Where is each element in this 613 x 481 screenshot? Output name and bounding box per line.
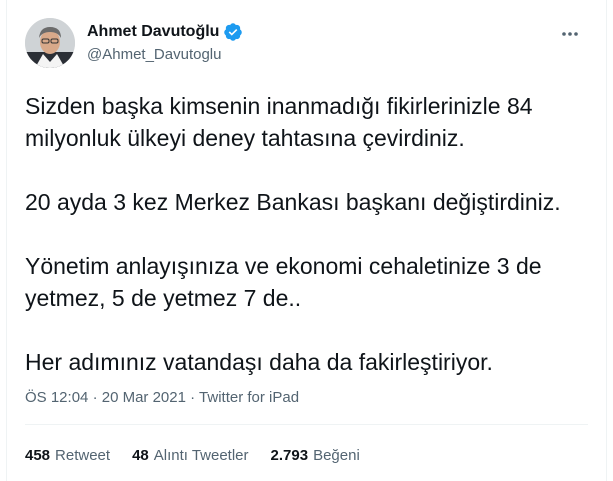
tweet-card: Ahmet Davutoğlu @Ahmet_Davutoglu Sizden … xyxy=(6,0,607,481)
tweet-paragraph: Yönetim anlayışınıza ve ekonomi cehaleti… xyxy=(25,253,542,311)
tweet-text: Sizden başka kimsenin inanmadığı fikirle… xyxy=(25,90,595,378)
quotes-stat[interactable]: 48 Alıntı Tweetler xyxy=(132,447,248,464)
likes-stat[interactable]: 2.793 Beğeni xyxy=(271,447,360,464)
divider xyxy=(25,424,588,425)
tweet-paragraph: Her adımınız vatandaşı daha da fakirleşt… xyxy=(25,349,493,375)
tweet-time[interactable]: ÖS 12:04 xyxy=(25,389,88,406)
tweet-source[interactable]: Twitter for iPad xyxy=(199,389,299,406)
author-names: Ahmet Davutoğlu @Ahmet_Davutoglu xyxy=(87,22,243,63)
verified-badge-icon xyxy=(224,23,243,41)
meta-separator: · xyxy=(92,389,98,406)
meta-separator: · xyxy=(190,389,196,406)
author-handle[interactable]: @Ahmet_Davutoglu xyxy=(87,46,243,63)
likes-label: Beğeni xyxy=(313,447,360,464)
tweet-header: Ahmet Davutoğlu @Ahmet_Davutoglu xyxy=(25,18,588,70)
avatar-image xyxy=(25,18,75,68)
tweet-date[interactable]: 20 Mar 2021 xyxy=(102,389,186,406)
more-options-button[interactable] xyxy=(558,22,582,46)
author-name[interactable]: Ahmet Davutoğlu xyxy=(87,23,219,41)
tweet-stats: 458 Retweet 48 Alıntı Tweetler 2.793 Beğ… xyxy=(25,447,360,464)
retweets-stat[interactable]: 458 Retweet xyxy=(25,447,110,464)
tweet-meta: ÖS 12:04 · 20 Mar 2021 · Twitter for iPa… xyxy=(25,389,299,406)
tweet-paragraph: Sizden başka kimsenin inanmadığı fikirle… xyxy=(25,93,533,151)
likes-count: 2.793 xyxy=(270,447,309,464)
more-dots-icon xyxy=(562,32,578,36)
quotes-count: 48 xyxy=(132,447,149,464)
retweets-label: Retweet xyxy=(55,447,111,464)
quotes-label: Alıntı Tweetler xyxy=(153,447,249,464)
tweet-paragraph: 20 ayda 3 kez Merkez Bankası başkanı değ… xyxy=(25,189,561,215)
retweets-count: 458 xyxy=(25,447,51,464)
avatar[interactable] xyxy=(25,18,75,68)
